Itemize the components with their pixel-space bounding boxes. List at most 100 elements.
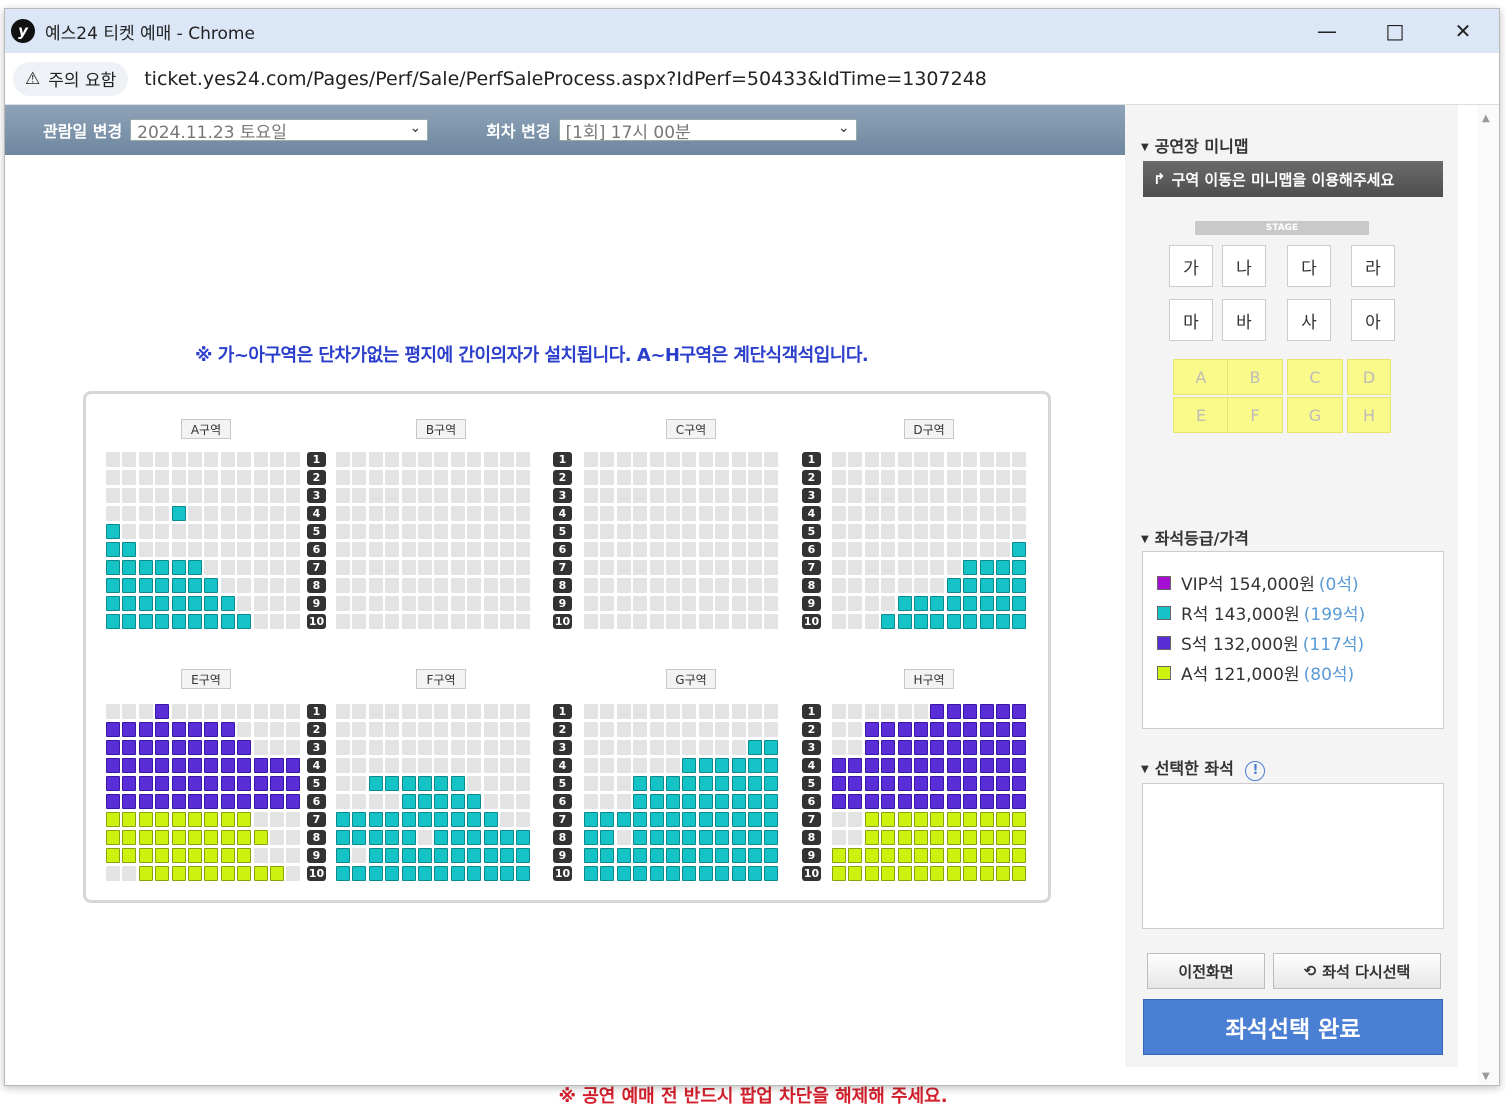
- seat-available[interactable]: [188, 614, 202, 629]
- seat-available[interactable]: [764, 812, 779, 827]
- seat-available[interactable]: [897, 848, 912, 863]
- seat-available[interactable]: [979, 740, 994, 755]
- seat-available[interactable]: [352, 866, 367, 881]
- seat-available[interactable]: [171, 614, 186, 629]
- seat-available[interactable]: [946, 722, 961, 737]
- seat-available[interactable]: [616, 812, 631, 827]
- seat-available[interactable]: [682, 794, 697, 809]
- seat-available[interactable]: [385, 776, 400, 791]
- seat-available[interactable]: [336, 830, 350, 845]
- seat-available[interactable]: [138, 740, 153, 755]
- seat-available[interactable]: [204, 758, 219, 773]
- seat-available[interactable]: [633, 848, 648, 863]
- seat-available[interactable]: [106, 758, 120, 773]
- seat-available[interactable]: [848, 794, 863, 809]
- seat-available[interactable]: [715, 776, 730, 791]
- seat-available[interactable]: [930, 740, 945, 755]
- seat-available[interactable]: [1012, 704, 1027, 719]
- seat-available[interactable]: [434, 776, 449, 791]
- seat-available[interactable]: [188, 812, 202, 827]
- minimap-zone-floor[interactable]: 마: [1169, 299, 1213, 341]
- seat-available[interactable]: [122, 596, 137, 611]
- seat-available[interactable]: [864, 776, 879, 791]
- seat-available[interactable]: [930, 776, 945, 791]
- seat-available[interactable]: [188, 830, 202, 845]
- seat-available[interactable]: [715, 848, 730, 863]
- seat-available[interactable]: [434, 812, 449, 827]
- seat-available[interactable]: [138, 596, 153, 611]
- seat-available[interactable]: [881, 812, 896, 827]
- seat-available[interactable]: [1012, 776, 1027, 791]
- seat-available[interactable]: [996, 776, 1010, 791]
- seat-available[interactable]: [122, 776, 137, 791]
- seat-available[interactable]: [666, 830, 680, 845]
- seat-available[interactable]: [401, 866, 416, 881]
- seat-available[interactable]: [666, 812, 680, 827]
- seat-available[interactable]: [963, 722, 978, 737]
- seat-available[interactable]: [418, 794, 432, 809]
- seat-available[interactable]: [881, 866, 896, 881]
- seat-available[interactable]: [946, 776, 961, 791]
- seat-available[interactable]: [897, 776, 912, 791]
- seat-available[interactable]: [138, 614, 153, 629]
- seat-available[interactable]: [188, 794, 202, 809]
- seat-available[interactable]: [930, 848, 945, 863]
- seat-available[interactable]: [698, 848, 713, 863]
- seat-available[interactable]: [237, 614, 252, 629]
- seat-available[interactable]: [401, 776, 416, 791]
- seat-available[interactable]: [682, 866, 697, 881]
- seat-available[interactable]: [584, 830, 598, 845]
- seat-available[interactable]: [171, 596, 186, 611]
- seat-available[interactable]: [237, 776, 252, 791]
- seat-available[interactable]: [352, 830, 367, 845]
- seat-available[interactable]: [500, 866, 514, 881]
- seat-available[interactable]: [764, 758, 779, 773]
- seat-available[interactable]: [188, 578, 202, 593]
- seat-available[interactable]: [930, 722, 945, 737]
- seat-available[interactable]: [122, 740, 137, 755]
- seat-available[interactable]: [649, 812, 664, 827]
- seat-available[interactable]: [881, 848, 896, 863]
- seat-available[interactable]: [616, 866, 631, 881]
- seat-available[interactable]: [188, 596, 202, 611]
- seat-available[interactable]: [748, 812, 762, 827]
- seat-available[interactable]: [138, 578, 153, 593]
- seat-available[interactable]: [1012, 560, 1027, 575]
- seat-available[interactable]: [220, 722, 235, 737]
- seat-available[interactable]: [584, 812, 598, 827]
- seat-available[interactable]: [106, 596, 120, 611]
- seat-available[interactable]: [864, 758, 879, 773]
- seat-available[interactable]: [336, 866, 350, 881]
- seat-available[interactable]: [963, 758, 978, 773]
- seat-available[interactable]: [253, 866, 268, 881]
- seat-available[interactable]: [1012, 758, 1027, 773]
- seat-available[interactable]: [715, 812, 730, 827]
- seat-available[interactable]: [106, 722, 120, 737]
- seat-available[interactable]: [122, 560, 137, 575]
- seat-available[interactable]: [155, 614, 170, 629]
- seat-available[interactable]: [946, 794, 961, 809]
- seat-available[interactable]: [764, 848, 779, 863]
- seat-available[interactable]: [914, 740, 928, 755]
- seat-available[interactable]: [204, 812, 219, 827]
- minimap-zone-tier[interactable]: C: [1287, 359, 1343, 395]
- seat-available[interactable]: [748, 830, 762, 845]
- seat-available[interactable]: [731, 848, 746, 863]
- seat-available[interactable]: [996, 740, 1010, 755]
- seat-available[interactable]: [996, 560, 1010, 575]
- seat-available[interactable]: [204, 596, 219, 611]
- security-chip[interactable]: ⚠ 주의 요함: [13, 61, 129, 96]
- seat-available[interactable]: [864, 794, 879, 809]
- seat-available[interactable]: [633, 866, 648, 881]
- seat-available[interactable]: [930, 758, 945, 773]
- seat-available[interactable]: [516, 848, 531, 863]
- seat-available[interactable]: [930, 812, 945, 827]
- seat-available[interactable]: [253, 776, 268, 791]
- seat-available[interactable]: [204, 722, 219, 737]
- seat-available[interactable]: [666, 776, 680, 791]
- seat-available[interactable]: [1012, 614, 1027, 629]
- seat-available[interactable]: [500, 830, 514, 845]
- minimap-zone-tier[interactable]: H: [1347, 397, 1391, 433]
- seat-available[interactable]: [418, 812, 432, 827]
- seat-available[interactable]: [748, 740, 762, 755]
